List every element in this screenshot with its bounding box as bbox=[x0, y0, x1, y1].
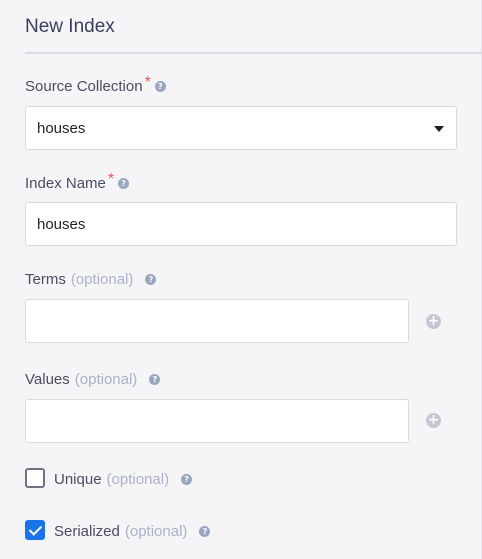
help-icon[interactable]: ? bbox=[118, 177, 130, 189]
index-name-value: houses bbox=[37, 215, 86, 233]
page-title: New Index bbox=[25, 16, 115, 37]
help-icon[interactable]: ? bbox=[199, 526, 211, 537]
values-input[interactable] bbox=[25, 399, 409, 443]
terms-input[interactable] bbox=[25, 299, 409, 343]
add-term-icon[interactable]: + bbox=[426, 314, 441, 329]
serialized-checkbox[interactable] bbox=[25, 520, 45, 540]
unique-label: Unique (optional) ? bbox=[54, 471, 193, 488]
title-divider bbox=[25, 52, 482, 54]
terms-label: Terms (optional) ? bbox=[25, 271, 157, 288]
required-asterisk: * bbox=[144, 74, 151, 91]
source-collection-value: houses bbox=[37, 119, 86, 137]
index-name-label: Index Name * ? bbox=[25, 171, 130, 192]
optional-hint: (optional) bbox=[106, 471, 170, 488]
unique-label-text: Unique bbox=[54, 471, 102, 488]
index-name-label-text: Index Name bbox=[25, 174, 106, 192]
optional-hint: (optional) bbox=[74, 371, 138, 388]
help-icon[interactable]: ? bbox=[145, 274, 157, 285]
source-collection-select[interactable]: houses bbox=[25, 106, 457, 150]
optional-hint: (optional) bbox=[70, 271, 134, 288]
help-icon[interactable]: ? bbox=[149, 374, 161, 385]
unique-checkbox[interactable] bbox=[25, 468, 45, 488]
help-icon[interactable]: ? bbox=[154, 80, 166, 92]
new-index-panel: New Index Source Collection * ? houses I… bbox=[0, 0, 482, 559]
serialized-label: Serialized (optional) ? bbox=[54, 523, 211, 540]
serialized-label-text: Serialized bbox=[54, 523, 120, 540]
values-label: Values (optional) ? bbox=[25, 371, 161, 388]
required-asterisk: * bbox=[107, 171, 115, 188]
source-collection-label: Source Collection * ? bbox=[25, 74, 166, 95]
index-name-input[interactable]: houses bbox=[25, 202, 457, 246]
chevron-down-icon bbox=[434, 126, 444, 132]
help-icon[interactable]: ? bbox=[181, 474, 193, 485]
terms-label-text: Terms bbox=[25, 271, 66, 288]
add-value-icon[interactable]: + bbox=[426, 413, 441, 428]
optional-hint: (optional) bbox=[124, 523, 188, 540]
values-label-text: Values bbox=[25, 371, 70, 388]
source-collection-label-text: Source Collection bbox=[25, 77, 143, 95]
